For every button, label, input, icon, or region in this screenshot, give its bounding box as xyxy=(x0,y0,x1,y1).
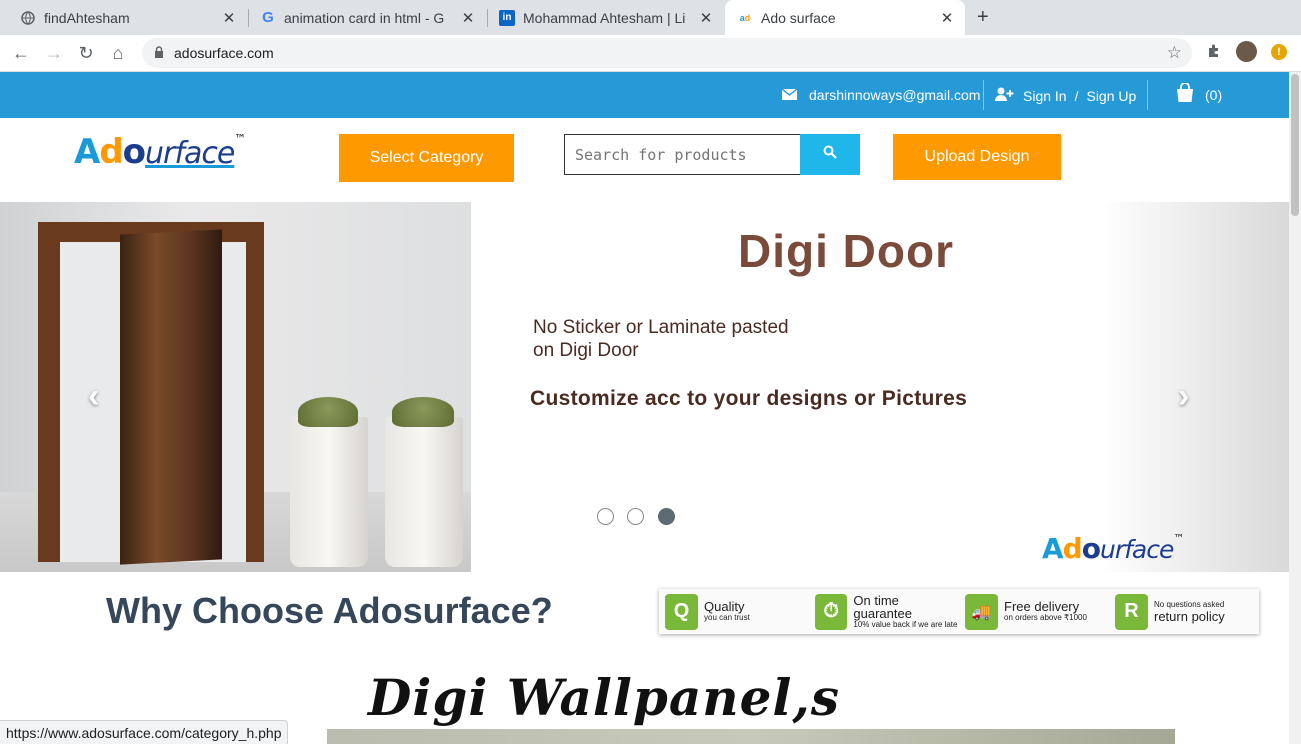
slide-logo: Adourface™ xyxy=(1042,532,1184,565)
carousel-prev-icon[interactable]: ‹ xyxy=(88,377,99,416)
close-icon[interactable]: ✕ xyxy=(221,9,237,27)
reload-icon[interactable]: ↻ xyxy=(75,42,97,64)
tab-ado-surface[interactable]: ad Ado surface ✕ xyxy=(725,0,965,35)
select-category-button[interactable]: Select Category xyxy=(339,134,514,182)
carousel-dot-1[interactable] xyxy=(597,508,614,525)
google-icon: G xyxy=(262,9,274,26)
search-input[interactable]: Search for products xyxy=(564,134,801,175)
cart-count: (0) xyxy=(1205,86,1223,103)
browser-toolbar: ← → ↻ ⌂ adosurface.com ☆ ! xyxy=(0,35,1301,72)
wallpanel-image xyxy=(327,729,1175,744)
globe-icon xyxy=(20,10,36,26)
email-text: darshinnoways@gmail.com xyxy=(809,87,981,103)
carousel-next-icon[interactable]: › xyxy=(1178,377,1189,416)
search-button[interactable] xyxy=(800,134,860,175)
slide-customize-text: Customize acc to your designs or Picture… xyxy=(530,387,968,410)
why-choose-heading: Why Choose Adosurface? xyxy=(106,590,553,631)
profile-avatar[interactable] xyxy=(1236,41,1257,62)
forward-icon[interactable]: → xyxy=(43,42,65,64)
tab-title: animation card in html - G xyxy=(284,9,445,26)
badge-return-policy: R No questions asked return policy xyxy=(1109,589,1259,634)
badge-quality: Q Quality you can trust xyxy=(659,589,809,634)
stopwatch-icon: ⏱ xyxy=(815,593,848,630)
tab-title: findAhtesham xyxy=(44,9,130,26)
sign-up-link[interactable]: Sign Up xyxy=(1086,88,1136,104)
scrollbar-thumb[interactable] xyxy=(1291,74,1299,216)
trust-badges: Q Quality you can trust ⏱ On time guarant… xyxy=(659,589,1259,634)
bookmark-star-icon[interactable]: ☆ xyxy=(1167,43,1182,63)
address-bar[interactable]: adosurface.com ☆ xyxy=(142,38,1192,68)
auth-separator: / xyxy=(1074,87,1079,104)
search-placeholder: Search for products xyxy=(575,145,747,164)
carousel-dot-3[interactable] xyxy=(658,508,675,525)
close-icon[interactable]: ✕ xyxy=(698,9,714,27)
top-contact-bar: darshinnoways@gmail.com Sign In / Sign U… xyxy=(0,72,1289,118)
linkedin-icon: in xyxy=(499,9,515,26)
shopping-bag-icon xyxy=(1175,82,1195,106)
tab-strip: findAhtesham ✕ G animation card in html … xyxy=(0,0,1301,35)
back-icon[interactable]: ← xyxy=(10,42,32,64)
web-page: darshinnoways@gmail.com Sign In / Sign U… xyxy=(0,72,1289,744)
wallpanel-title: Digi Wallpanel,s xyxy=(368,668,840,727)
sign-in-link[interactable]: Sign In xyxy=(1023,88,1067,104)
site-logo[interactable]: Adourface™ xyxy=(74,132,246,176)
add-user-icon xyxy=(995,87,1014,104)
badge-on-time: ⏱ On time guarantee 10% value back if we … xyxy=(809,589,959,634)
badge-free-delivery: 🚚 Free delivery on orders above ₹1000 xyxy=(959,589,1109,634)
update-alert-icon[interactable]: ! xyxy=(1271,44,1287,60)
close-icon[interactable]: ✕ xyxy=(460,9,476,27)
lock-icon xyxy=(154,46,164,64)
status-bar-url: https://www.adosurface.com/category_h.ph… xyxy=(0,720,289,744)
truck-icon: 🚚 xyxy=(965,593,998,630)
slide-title: Digi Door xyxy=(738,225,954,277)
return-icon: R xyxy=(1115,593,1148,630)
close-icon[interactable]: ✕ xyxy=(939,9,955,27)
quality-icon: Q xyxy=(665,593,698,630)
new-tab-icon[interactable]: + xyxy=(977,6,989,29)
tab-linkedin[interactable]: in Mohammad Ahtesham | Li ✕ xyxy=(487,0,724,35)
adosurface-icon: ad xyxy=(739,12,751,23)
envelope-icon xyxy=(781,87,798,103)
carousel-dot-2[interactable] xyxy=(627,508,644,525)
auth-links: Sign In / Sign Up xyxy=(995,87,1136,104)
page-scrollbar[interactable] xyxy=(1289,72,1301,744)
search-icon xyxy=(823,145,837,164)
hero-carousel: Digi Door No Sticker or Laminate pasted … xyxy=(0,202,1289,572)
email-link[interactable]: darshinnoways@gmail.com xyxy=(781,87,981,103)
tab-title: Mohammad Ahtesham | Li xyxy=(523,9,686,26)
site-header: Adourface™ Select Category Search for pr… xyxy=(0,118,1289,202)
home-icon[interactable]: ⌂ xyxy=(107,42,129,64)
tab-title: Ado surface xyxy=(761,9,836,26)
upload-design-button[interactable]: Upload Design xyxy=(893,134,1061,180)
tab-animation-card[interactable]: G animation card in html - G ✕ xyxy=(248,0,486,35)
cart-link[interactable]: (0) xyxy=(1175,82,1223,106)
url-text: adosurface.com xyxy=(174,45,274,61)
slide-subtitle: No Sticker or Laminate pasted on Digi Do… xyxy=(533,317,789,361)
tab-findahtesham[interactable]: findAhtesham ✕ xyxy=(0,0,247,35)
extensions-icon[interactable] xyxy=(1206,43,1222,64)
door-photo xyxy=(0,202,471,572)
